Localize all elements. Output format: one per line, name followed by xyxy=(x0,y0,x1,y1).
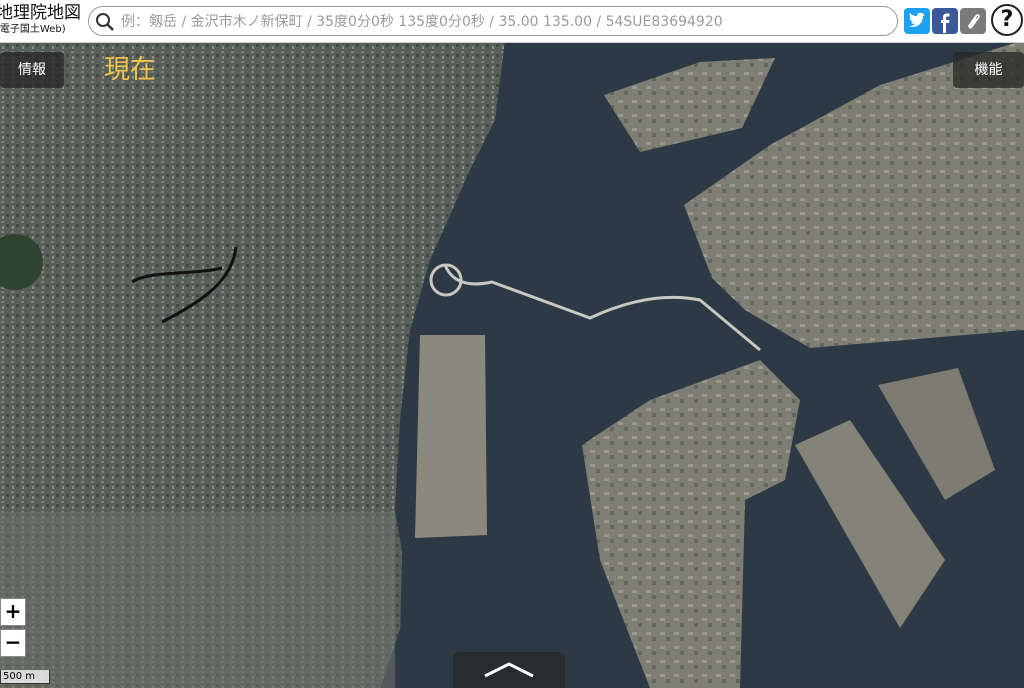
help-button[interactable]: ? xyxy=(991,4,1023,36)
aerial-map[interactable] xyxy=(0,0,1024,688)
header-bar: 地理院地図 (電子国土Web) ? xyxy=(0,0,1024,43)
help-icon: ? xyxy=(1000,7,1014,32)
app-subtitle: (電子国土Web) xyxy=(0,24,66,35)
bottom-drawer-handle[interactable] xyxy=(453,652,565,688)
link-icon xyxy=(968,14,980,29)
central-pier xyxy=(415,335,487,538)
zoom-out-button[interactable]: − xyxy=(0,629,26,657)
twitter-share-button[interactable] xyxy=(904,8,930,34)
link-button[interactable] xyxy=(960,8,986,34)
canal xyxy=(399,504,413,688)
twitter-share-icon xyxy=(909,12,925,27)
info-button[interactable]: 情報 xyxy=(0,52,64,88)
app-title: 地理院地図 xyxy=(0,3,81,23)
search-input[interactable] xyxy=(119,10,883,34)
southwest-district xyxy=(0,512,395,688)
search-icon xyxy=(96,13,114,31)
scale-bar: 500 m xyxy=(0,670,50,684)
function-button[interactable]: 機能 xyxy=(953,52,1024,88)
chevron-up-icon xyxy=(484,662,534,678)
app-brand[interactable]: 地理院地図 (電子国土Web) xyxy=(0,3,84,39)
zoom-in-button[interactable]: + xyxy=(0,598,26,626)
facebook-share-icon xyxy=(941,13,950,33)
search-box[interactable] xyxy=(88,6,898,36)
facebook-share-button[interactable] xyxy=(932,8,958,34)
current-location-label: 現在 xyxy=(104,55,157,85)
